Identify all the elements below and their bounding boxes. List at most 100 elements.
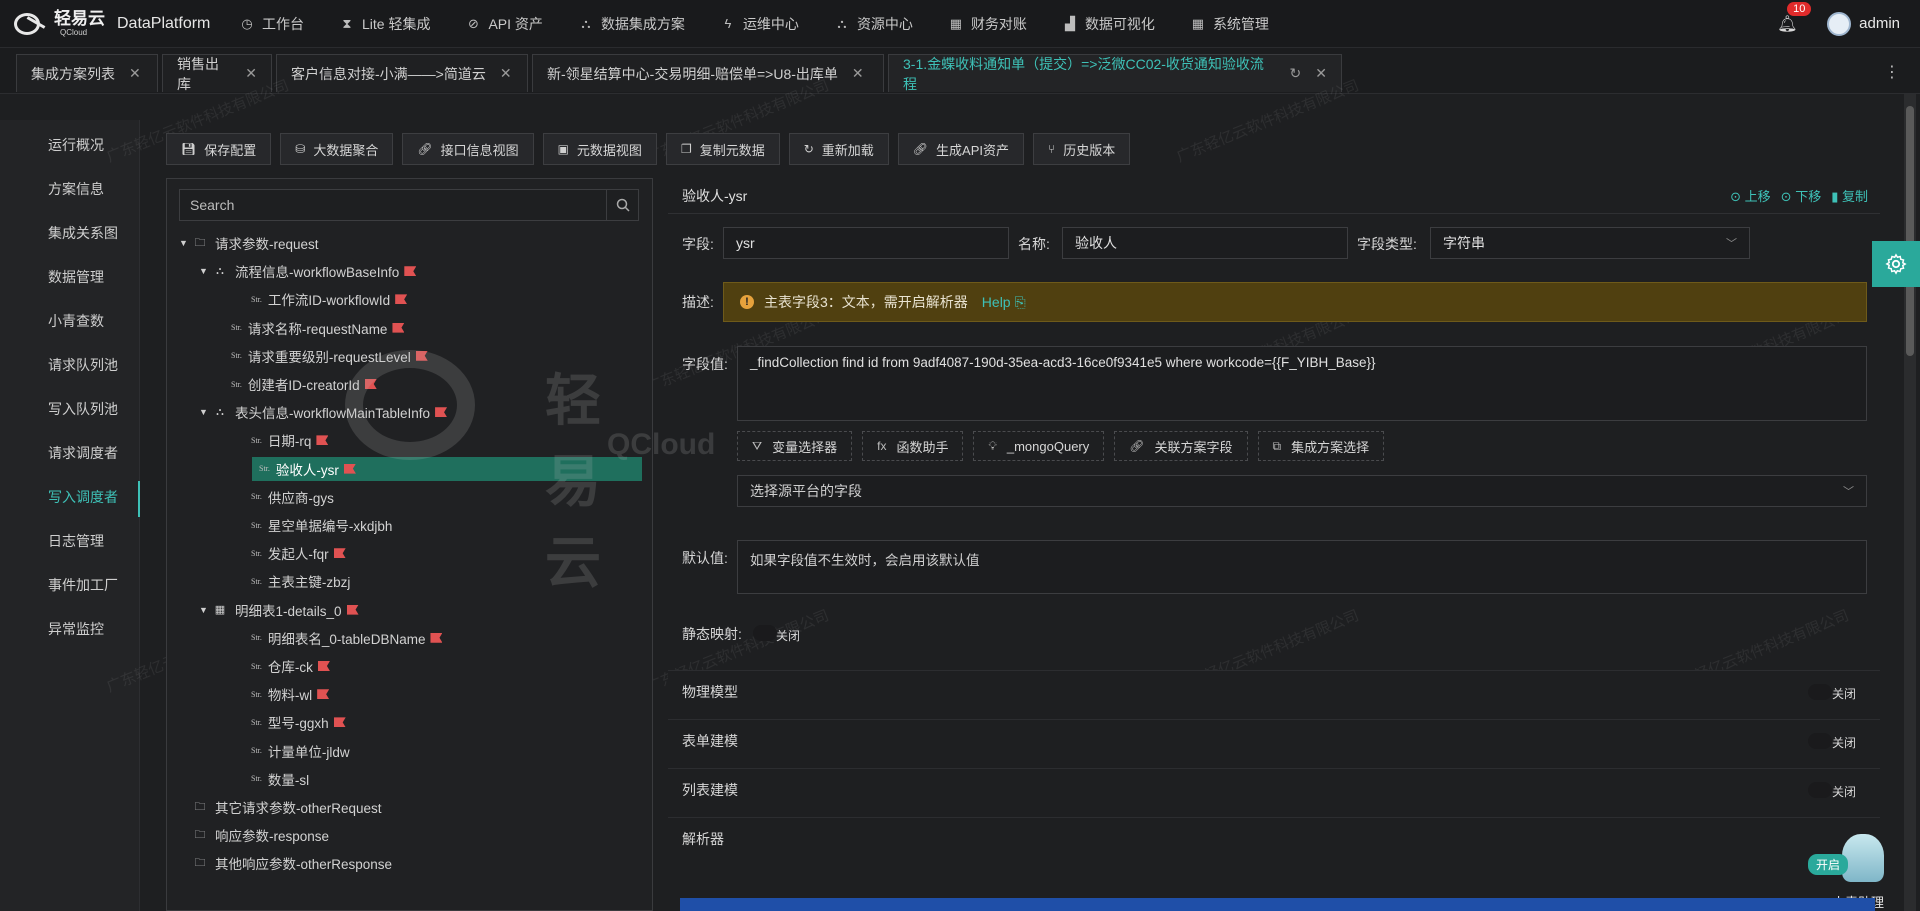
sidebar-item-6[interactable]: 写入队列池 — [0, 389, 140, 429]
field-value-textarea[interactable]: _findCollection find id from 9adf4087-19… — [737, 346, 1867, 421]
parser-open-badge[interactable]: 开启 — [1808, 854, 1849, 875]
close-icon[interactable]: ✕ — [245, 65, 257, 82]
close-icon[interactable]: ✕ — [1315, 65, 1327, 82]
tree-node[interactable]: Str. 明细表名_0-tableDBName — [251, 626, 443, 650]
nav-item-2[interactable]: ⊘ API 资产 — [466, 0, 560, 48]
value-tool-button-3[interactable]: 🔗︎ 关联方案字段 — [1114, 431, 1248, 461]
close-icon[interactable]: ✕ — [500, 65, 512, 82]
field-type-select[interactable]: 字符串 ﹀ — [1430, 227, 1750, 259]
tree-node[interactable]: Str. 验收人-ysr — [252, 456, 642, 481]
tree-node[interactable]: Str. 型号-ggxh — [251, 710, 346, 734]
user-name[interactable]: admin — [1859, 15, 1900, 32]
tree-node[interactable]: Str. 发起人-fqr — [251, 541, 346, 565]
toolbar-button-0[interactable]: 💾︎ 保存配置 — [166, 133, 272, 165]
static-map-switch[interactable] — [753, 625, 777, 641]
tree-node[interactable]: Str. 数量-sl — [251, 767, 309, 791]
tree-node[interactable]: Str. 日期-rq — [251, 428, 329, 452]
value-tool-button-2[interactable]: 💡︎ _mongoQuery — [973, 431, 1105, 461]
tree-node[interactable]: Str. 工作流ID-workflowId — [251, 287, 408, 311]
section-2[interactable]: 列表建模 关闭 — [668, 768, 1880, 810]
sidebar-item-9[interactable]: 日志管理 — [0, 521, 140, 561]
tree-node[interactable]: Str. 创建者ID-creatorId — [231, 372, 377, 396]
section-1[interactable]: 表单建模 关闭 — [668, 719, 1880, 761]
toolbar-button-2[interactable]: 🔗︎ 接口信息视图 — [402, 133, 534, 165]
refresh-icon[interactable]: ↻ — [1290, 65, 1302, 82]
bell-icon[interactable]: 🔔︎ 10 — [1777, 1, 1812, 34]
tab-sales-outbound[interactable]: 销售出库 ✕ — [162, 54, 272, 92]
sidebar-item-5[interactable]: 请求队列池 — [0, 345, 140, 385]
caret-down-icon[interactable]: ▼ — [199, 266, 213, 276]
close-icon[interactable]: ✕ — [852, 65, 864, 82]
section-switch[interactable] — [1808, 733, 1832, 749]
toolbar-button-1[interactable]: ⛁ 大数据聚合 — [280, 133, 394, 165]
nav-item-4[interactable]: ϟ 运维中心 — [721, 0, 817, 48]
sidebar-item-4[interactable]: 小青查数 — [0, 301, 140, 341]
settings-float-button[interactable] — [1872, 241, 1920, 287]
caret-down-icon[interactable]: ▼ — [199, 407, 213, 417]
section-3[interactable]: 解析器 — [668, 817, 1880, 859]
nav-item-7[interactable]: ▟ 数据可视化 — [1063, 0, 1173, 48]
tree-node[interactable]: Str. 物料-wl — [251, 682, 330, 706]
section-switch[interactable] — [1808, 782, 1832, 798]
move-down-button[interactable]: ⊙ 下移 — [1781, 186, 1822, 205]
page-scrollbar[interactable] — [1904, 94, 1916, 911]
copy-button[interactable]: ▮ 复制 — [1831, 186, 1868, 205]
value-tool-button-4[interactable]: ⧉ 集成方案选择 — [1257, 431, 1385, 461]
section-0[interactable]: 物理模型 关闭 — [668, 670, 1880, 712]
value-tool-button-1[interactable]: fx 函数助手 — [862, 431, 964, 461]
logo[interactable]: 轻易云 QCloud DataPlatform — [14, 10, 222, 37]
nav-item-0[interactable]: ◷ 工作台 — [240, 0, 322, 48]
sidebar-item-7[interactable]: 请求调度者 — [0, 433, 140, 473]
field-input[interactable]: ysr — [723, 227, 1009, 259]
tree-node[interactable]: 🗀︎ 其他响应参数-otherResponse — [179, 851, 393, 875]
tree-node[interactable]: Str. 请求名称-requestName — [231, 316, 405, 340]
name-input[interactable]: 验收人 — [1062, 227, 1348, 259]
close-icon[interactable]: ✕ — [129, 65, 141, 82]
tab-lingxing[interactable]: 新-领星结算中心-交易明细-赔偿单=>U8-出库单 ✕ — [532, 54, 884, 92]
toolbar-button-4[interactable]: ❐ 复制元数据 — [665, 133, 780, 165]
tree-node[interactable]: ▼ ⛬ 表头信息-workflowMainTableInfo — [199, 400, 448, 424]
sidebar-item-3[interactable]: 数据管理 — [0, 257, 140, 297]
nav-item-6[interactable]: ▦ 财务对账 — [949, 0, 1045, 48]
tab-customer-info[interactable]: 客户信息对接-小满——>简道云 ✕ — [276, 54, 528, 92]
nav-item-8[interactable]: ▦ 系统管理 — [1191, 0, 1287, 48]
tree-node[interactable]: Str. 供应商-gys — [251, 485, 334, 509]
sidebar-item-1[interactable]: 方案信息 — [0, 169, 140, 209]
toolbar-button-3[interactable]: ▣ 元数据视图 — [542, 133, 657, 165]
toolbar-button-6[interactable]: 🔗︎ 生成API资产 — [897, 133, 1024, 165]
move-up-button[interactable]: ⊙ 上移 — [1730, 186, 1771, 205]
default-value-textarea[interactable]: 如果字段值不生效时，会启用该默认值 — [737, 540, 1867, 594]
caret-down-icon[interactable]: ▼ — [199, 605, 213, 615]
more-icon[interactable]: ⋮ — [1884, 62, 1900, 82]
tree-node[interactable]: Str. 星空单据编号-xkdjbh — [251, 513, 392, 537]
caret-down-icon[interactable]: ▼ — [179, 238, 193, 248]
help-link[interactable]: Help ⎘ — [982, 294, 1026, 311]
sidebar-item-11[interactable]: 异常监控 — [0, 609, 140, 649]
tree-node[interactable]: Str. 计量单位-jldw — [251, 739, 350, 763]
tree-node[interactable]: ▼ ⛬ 流程信息-workflowBaseInfo — [199, 259, 417, 283]
source-field-select[interactable]: 选择源平台的字段 ﹀ — [737, 475, 1867, 507]
tree-node[interactable]: ▼ ▦ 明细表1-details_0 — [199, 598, 359, 622]
tree-node[interactable]: Str. 仓库-ck — [251, 654, 330, 678]
section-switch[interactable] — [1808, 684, 1832, 700]
avatar[interactable] — [1827, 11, 1852, 36]
tab-kingdee-receipt[interactable]: 3-1.金蝶收料通知单（提交）=>泛微CC02-收货通知验收流程 ↻ ✕ — [888, 54, 1342, 92]
nav-item-5[interactable]: ⛬ 资源中心 — [835, 0, 931, 48]
value-tool-button-0[interactable]: ⛛ 变量选择器 — [737, 431, 853, 461]
sidebar-item-2[interactable]: 集成关系图 — [0, 213, 140, 253]
toolbar-button-7[interactable]: ⑂ 历史版本 — [1033, 133, 1131, 165]
toolbar-button-5[interactable]: ↻ 重新加载 — [788, 133, 889, 165]
sidebar-item-10[interactable]: 事件加工厂 — [0, 565, 140, 605]
sidebar-item-8[interactable]: 写入调度者 — [0, 477, 140, 517]
tree-node[interactable]: Str. 主表主键-zbzj — [251, 569, 350, 593]
search-input[interactable] — [180, 190, 606, 220]
search-icon[interactable] — [606, 190, 638, 220]
nav-item-3[interactable]: ⛬ 数据集成方案 — [579, 0, 703, 48]
tab-plan-list[interactable]: 集成方案列表 ✕ — [16, 54, 158, 92]
nav-item-1[interactable]: ⧗ Lite 轻集成 — [340, 0, 448, 48]
tree-node[interactable]: 🗀︎ 响应参数-response — [179, 823, 330, 847]
tree-node[interactable]: ▼ 🗀︎ 请求参数-request — [179, 231, 319, 255]
tree-node[interactable]: 🗀︎ 其它请求参数-otherRequest — [179, 795, 382, 819]
sidebar-item-0[interactable]: 运行概况 — [0, 125, 140, 165]
tree-node[interactable]: Str. 请求重要级别-requestLevel — [231, 344, 428, 368]
